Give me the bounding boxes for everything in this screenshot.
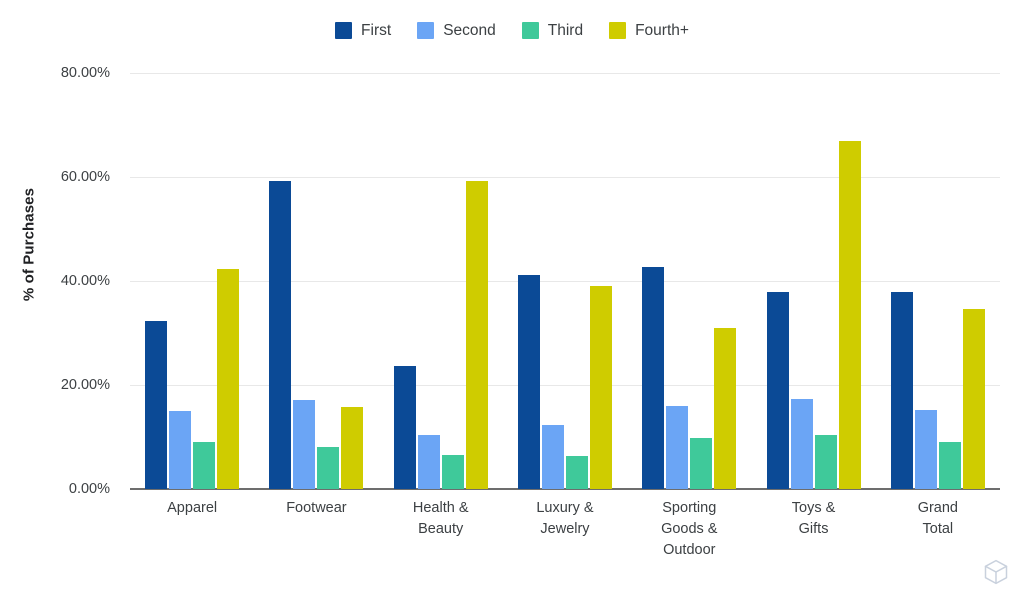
y-axis-tick-label: 40.00% xyxy=(60,273,110,289)
category-label-line: Footwear xyxy=(286,500,347,516)
bar[interactable] xyxy=(518,274,540,489)
legend-label: First xyxy=(361,21,392,39)
bar[interactable] xyxy=(169,411,192,489)
bar[interactable] xyxy=(393,366,416,489)
bar[interactable] xyxy=(666,405,689,489)
category-label-line: Grand xyxy=(917,500,958,516)
bar[interactable] xyxy=(217,268,240,489)
bar[interactable] xyxy=(566,455,588,489)
bar[interactable] xyxy=(938,442,961,489)
category-label-line: Toys & xyxy=(791,500,836,516)
bar[interactable] xyxy=(690,438,713,489)
legend-item-fourth-[interactable]: Fourth+ xyxy=(609,22,689,39)
bar-group xyxy=(766,73,861,489)
legend-swatch-icon xyxy=(521,22,539,39)
legend-label: Fourth+ xyxy=(635,21,689,39)
bar[interactable] xyxy=(317,447,340,489)
category-label-line: Apparel xyxy=(167,500,218,516)
y-axis-tick-label: 0.00% xyxy=(68,481,110,497)
bar[interactable] xyxy=(417,434,440,489)
bar-group xyxy=(269,73,364,489)
bar[interactable] xyxy=(814,434,837,489)
x-axis-category-label: Grand Total xyxy=(876,498,1000,540)
bar[interactable] xyxy=(441,454,464,489)
bar[interactable] xyxy=(293,399,316,489)
bar-groups xyxy=(130,73,1000,489)
bar-group xyxy=(518,73,612,489)
bar[interactable] xyxy=(542,424,564,489)
bar[interactable] xyxy=(714,327,737,489)
x-axis-category-label: Footwear xyxy=(254,498,378,519)
bar[interactable] xyxy=(341,407,364,489)
bar[interactable] xyxy=(145,321,168,489)
chart-legend: First Second Third Fourth+ xyxy=(0,22,1024,39)
legend-label: Second xyxy=(443,21,496,39)
category-label-line: Sporting xyxy=(662,500,717,516)
category-label-line: Total xyxy=(922,521,954,537)
plot-area xyxy=(130,73,1000,490)
legend-item-first[interactable]: First xyxy=(335,22,391,39)
legend-swatch-icon xyxy=(417,22,435,39)
x-axis-category-label: Luxury & Jewelry xyxy=(503,498,627,540)
bar[interactable] xyxy=(269,180,292,489)
y-axis-tick-label: 80.00% xyxy=(60,65,110,81)
y-axis-tick-label: 60.00% xyxy=(60,169,110,185)
bar[interactable] xyxy=(790,399,813,489)
bar-chart-figure: First Second Third Fourth+ % of Purchases 0… xyxy=(0,0,1024,596)
category-label-line: Health & xyxy=(412,500,469,516)
legend-item-second[interactable]: Second xyxy=(417,22,496,39)
bar[interactable] xyxy=(642,266,665,489)
bar-group xyxy=(890,73,985,489)
cube-logo-icon xyxy=(982,558,1010,586)
category-label-line: Jewelry xyxy=(540,521,590,537)
bar[interactable] xyxy=(465,180,488,489)
bar[interactable] xyxy=(914,409,937,489)
bar[interactable] xyxy=(890,292,913,489)
x-axis-category-label: Health & Beauty xyxy=(379,498,503,540)
bar-group xyxy=(642,73,737,489)
bar-group xyxy=(393,73,488,489)
bar[interactable] xyxy=(193,442,216,489)
bar[interactable] xyxy=(838,140,861,489)
category-label-line: Goods & xyxy=(661,521,718,537)
category-label-line: Outdoor xyxy=(663,542,716,558)
x-axis-category-label: Sporting Goods & Outdoor xyxy=(627,498,751,561)
category-label-line: Beauty xyxy=(418,521,464,537)
y-axis-title: % of Purchases xyxy=(20,187,38,302)
category-label-line: Luxury & xyxy=(536,500,594,516)
y-axis-tick-label: 20.00% xyxy=(60,377,110,393)
bar[interactable] xyxy=(962,308,985,489)
x-axis-category-labels: Apparel Footwear Health & Beauty Luxury & Jew… xyxy=(130,498,1000,588)
x-axis-category-label: Apparel xyxy=(130,498,254,519)
legend-item-third[interactable]: Third xyxy=(521,21,584,39)
bar-group xyxy=(145,73,240,489)
bar[interactable] xyxy=(766,292,789,489)
legend-label: Third xyxy=(547,21,584,39)
legend-swatch-icon xyxy=(335,22,353,39)
category-label-line: Gifts xyxy=(798,521,829,537)
x-axis-category-label: Toys & Gifts xyxy=(751,498,875,540)
bar[interactable] xyxy=(590,285,612,489)
legend-swatch-icon xyxy=(609,22,627,39)
